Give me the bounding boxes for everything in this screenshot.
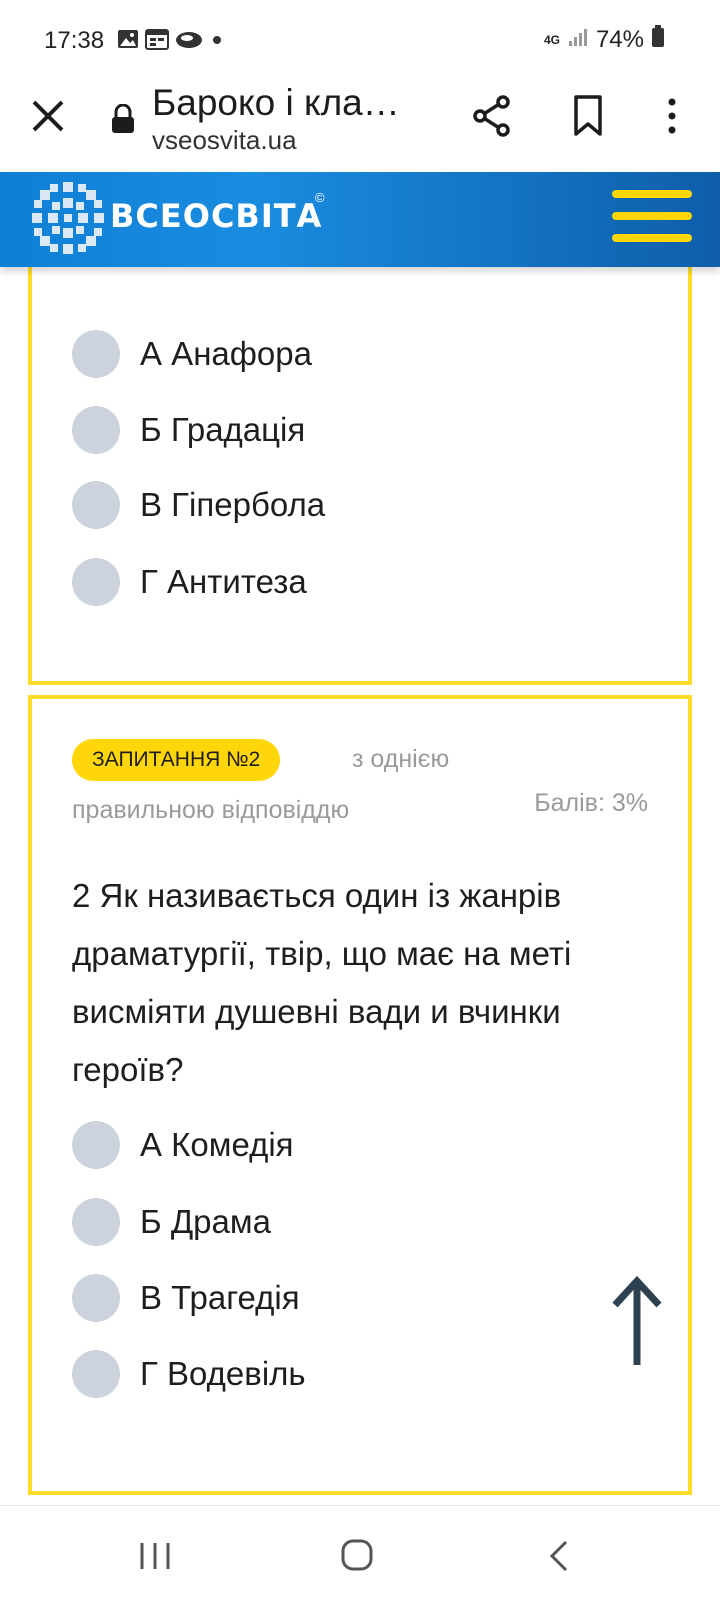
lock-icon[interactable] bbox=[111, 103, 135, 134]
question-card-1: А Анафора Б Градація В Гіпербола Г Антит… bbox=[28, 250, 692, 685]
calendar-icon bbox=[145, 28, 169, 55]
answer-option[interactable]: В Трагедія bbox=[72, 1272, 300, 1324]
browser-toolbar: Бароко і кла… vseosvita.ua bbox=[0, 82, 720, 172]
close-icon[interactable] bbox=[28, 96, 68, 136]
gallery-icon bbox=[117, 28, 139, 55]
radio-button[interactable] bbox=[72, 1198, 120, 1246]
radio-button[interactable] bbox=[72, 1274, 120, 1322]
more-icon[interactable] bbox=[660, 94, 684, 138]
answer-option[interactable]: Г Антитеза bbox=[72, 556, 307, 608]
site-header: ВСЕОСВІТА © bbox=[0, 172, 720, 267]
home-icon[interactable] bbox=[340, 1538, 374, 1572]
battery-level: 74% bbox=[595, 25, 644, 53]
back-icon[interactable] bbox=[548, 1539, 570, 1573]
question-type-line-1: з однією bbox=[352, 745, 450, 773]
answer-option[interactable]: Б Драма bbox=[72, 1196, 271, 1248]
signal-icon bbox=[568, 26, 588, 54]
answer-option[interactable]: А Анафора bbox=[72, 328, 312, 380]
answer-option[interactable]: А Комедія bbox=[72, 1119, 294, 1171]
radio-button[interactable] bbox=[72, 558, 120, 606]
dot-icon bbox=[209, 31, 225, 52]
cloud-icon bbox=[175, 29, 203, 54]
question-score: Балів: 3% bbox=[534, 789, 648, 817]
answer-label: Б Градація bbox=[140, 411, 306, 448]
menu-icon[interactable] bbox=[612, 190, 692, 244]
logo-copyright-mark: © bbox=[315, 190, 325, 205]
answer-label: Б Драма bbox=[140, 1203, 271, 1240]
status-bar: 17:38 4G 74% bbox=[0, 0, 720, 82]
answer-option[interactable]: Б Градація bbox=[72, 404, 305, 456]
radio-button[interactable] bbox=[72, 330, 120, 378]
radio-button[interactable] bbox=[72, 1121, 120, 1169]
share-icon[interactable] bbox=[470, 94, 514, 138]
radio-button[interactable] bbox=[72, 481, 120, 529]
answer-option[interactable]: В Гіпербола bbox=[72, 479, 325, 531]
answer-option[interactable]: Г Водевіль bbox=[72, 1348, 306, 1400]
answer-label: Г Антитеза bbox=[140, 563, 307, 600]
answer-label: А Комедія bbox=[140, 1126, 294, 1163]
status-time: 17:38 bbox=[44, 27, 105, 54]
question-card-2: ЗАПИТАННЯ №2 з однією правильною відпові… bbox=[28, 695, 692, 1495]
notification-icons bbox=[117, 28, 225, 55]
logo-snowflake-icon[interactable] bbox=[28, 178, 108, 258]
bookmark-icon[interactable] bbox=[568, 94, 608, 138]
answer-label: Г Водевіль bbox=[140, 1355, 306, 1392]
radio-button[interactable] bbox=[72, 1350, 120, 1398]
answer-label: В Трагедія bbox=[140, 1279, 300, 1316]
page-title[interactable]: Бароко і кла… bbox=[152, 82, 400, 124]
status-right: 4G 74% bbox=[544, 25, 664, 54]
logo-text[interactable]: ВСЕОСВІТА bbox=[110, 197, 322, 235]
question-number-badge: ЗАПИТАННЯ №2 bbox=[72, 739, 281, 781]
recent-apps-icon[interactable] bbox=[138, 1541, 172, 1571]
radio-button[interactable] bbox=[72, 406, 120, 454]
page-url[interactable]: vseosvita.ua bbox=[152, 125, 297, 156]
scroll-to-top-arrow-icon[interactable] bbox=[610, 1275, 664, 1367]
system-navigation-bar bbox=[0, 1505, 720, 1600]
question-type-line-2: правильною відповіддю bbox=[72, 796, 350, 824]
battery-icon bbox=[652, 25, 664, 54]
answer-label: А Анафора bbox=[140, 335, 312, 372]
network-label: 4G bbox=[543, 32, 560, 47]
answer-label: В Гіпербола bbox=[140, 486, 326, 523]
question-text: 2 Як називається один із жанрів драматур… bbox=[72, 877, 572, 1088]
